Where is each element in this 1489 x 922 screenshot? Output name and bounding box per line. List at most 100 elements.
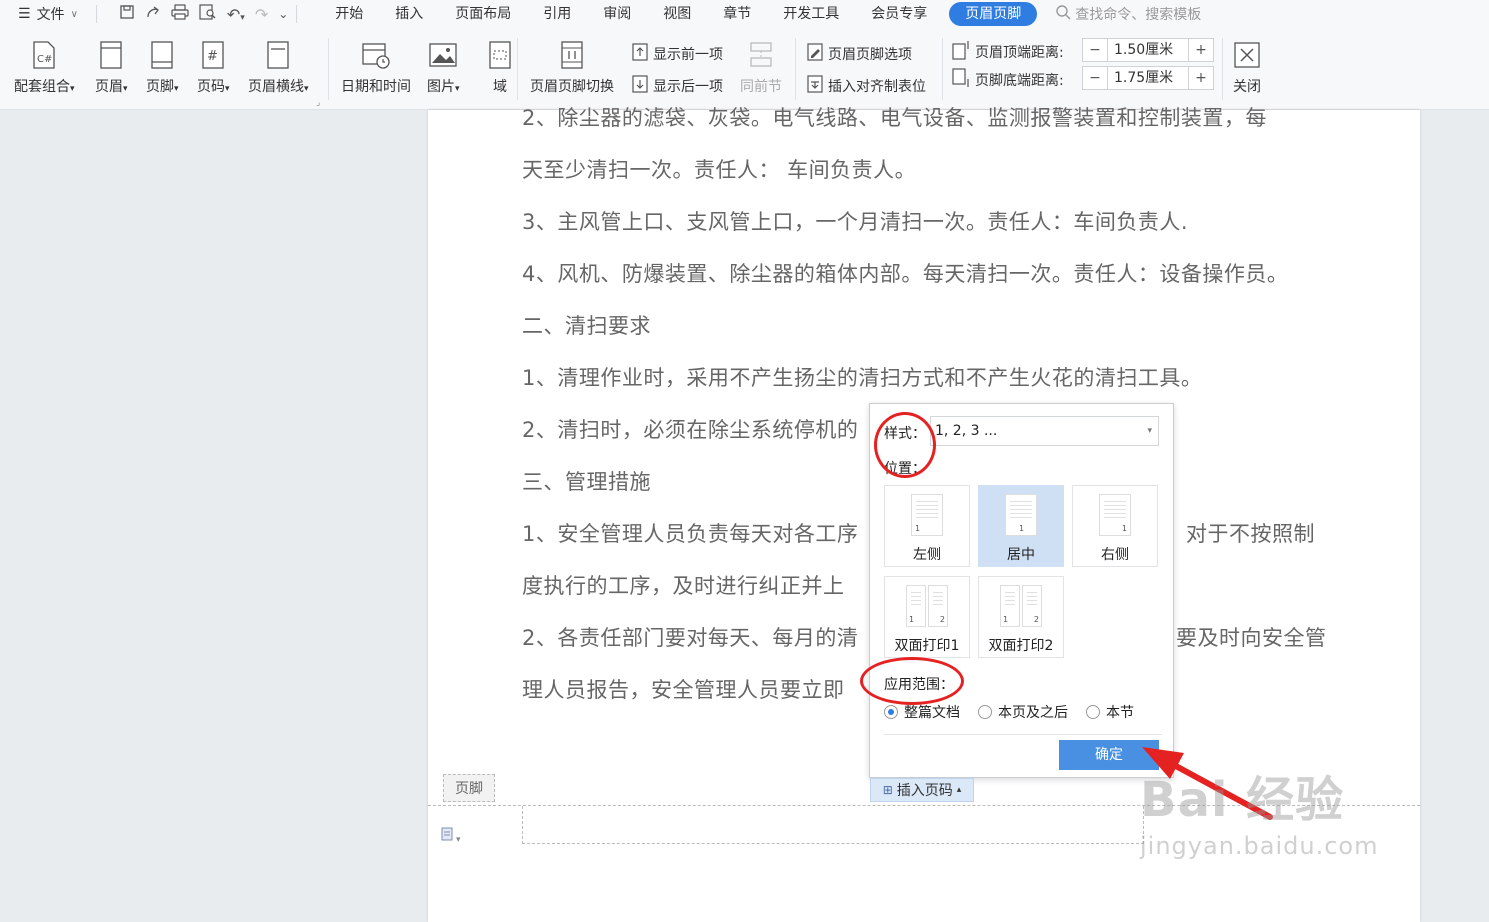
paragraph: 2、除尘器的滤袋、灰袋。电气线路、电气设备、监测报警装置和控制装置，每 <box>522 106 1267 130</box>
paragraph: 天至少清扫一次。责任人： 车间负责人。 <box>522 158 917 182</box>
page-number-icon: # <box>198 40 228 70</box>
close-header-footer-button[interactable]: 关闭 <box>1232 28 1262 96</box>
footer-tag: 页脚 <box>443 774 495 802</box>
footer-area[interactable] <box>522 806 1144 844</box>
ribbon-toolbar: C# 配套组合▾ 页眉▾ 页脚▾ # 页码▾ 页眉横线▾ 日期和时间 图片▾ 域… <box>0 28 1489 110</box>
redo-icon[interactable]: ↷ <box>255 5 268 24</box>
field-button[interactable]: 域 <box>485 28 515 96</box>
header-line-icon <box>263 40 293 70</box>
insert-page-number-label: 插入页码 <box>896 783 953 799</box>
footer-bottom-distance-label: 页脚底端距离: <box>951 68 1064 92</box>
chevron-down-icon: ∨ <box>70 8 78 20</box>
tab-review[interactable]: 审阅 <box>587 0 647 28</box>
show-next-icon <box>631 74 649 98</box>
footer-options-icon[interactable]: ▾ <box>440 826 461 846</box>
paragraph: 理人员报告，安全管理人员要立即 <box>522 678 845 702</box>
position-left[interactable]: 1 左侧 <box>884 485 970 567</box>
position-duplex-1[interactable]: 1 2 双面打印1 <box>884 576 970 658</box>
header-top-spinner[interactable]: − 1.50厘米 + <box>1082 38 1214 62</box>
position-left-label: 左侧 <box>913 547 941 563</box>
export-icon[interactable] <box>145 4 161 24</box>
header-top-text: 页眉顶端距离: <box>975 45 1064 61</box>
scope-this-section[interactable]: 本节 <box>1086 702 1134 722</box>
watermark-url: jingyan.baidu.com <box>1140 832 1379 860</box>
header-top-distance-label: 页眉顶端距离: <box>951 40 1064 64</box>
chevron-up-icon: ▴ <box>956 785 962 795</box>
combo-button[interactable]: C# 配套组合▾ <box>14 28 75 96</box>
print-icon[interactable] <box>171 4 189 24</box>
tab-chapter[interactable]: 章节 <box>707 0 767 28</box>
show-prev-button[interactable]: 显示前一项 <box>631 42 723 66</box>
options-label: 页眉页脚选项 <box>828 47 912 63</box>
page-preview-icon: 1 2 <box>906 585 948 627</box>
insert-align-tab-button[interactable]: 插入对齐制表位 <box>806 74 926 98</box>
page-preview-icon: 1 <box>1005 494 1037 536</box>
tab-header-footer[interactable]: 页眉页脚 <box>949 2 1038 26</box>
header-footer-options-button[interactable]: 页眉页脚选项 <box>806 42 912 66</box>
tab-insert[interactable]: 插入 <box>379 0 439 28</box>
paragraph: 2、清扫时，必须在除尘系统停机的 <box>522 418 859 442</box>
file-menu-label: 文件 <box>36 7 65 23</box>
scope-whole-document-label: 整篇文档 <box>904 705 960 721</box>
customize-toolbar-icon[interactable]: ⌄ <box>278 7 288 21</box>
save-icon[interactable] <box>119 4 135 24</box>
footer-bottom-text: 页脚底端距离: <box>975 73 1064 89</box>
combo-label: 配套组合 <box>14 79 70 95</box>
datetime-label: 日期和时间 <box>341 79 411 95</box>
page-number-button[interactable]: # 页码▾ <box>197 28 230 96</box>
annotation-circle-scope <box>860 657 964 705</box>
header-footer-switch-button[interactable]: 页眉页脚切换 <box>530 28 614 96</box>
footer-bottom-spinner[interactable]: − 1.75厘米 + <box>1082 66 1214 90</box>
tab-page-layout[interactable]: 页面布局 <box>439 0 527 28</box>
undo-icon[interactable]: ↶▾ <box>227 5 245 24</box>
print-preview-icon[interactable] <box>199 4 217 24</box>
watermark-brand: Bai 经验 <box>1140 772 1345 828</box>
position-duplex-2[interactable]: 1 2 双面打印2 <box>978 576 1064 658</box>
show-next-button[interactable]: 显示后一项 <box>631 74 723 98</box>
command-search[interactable]: 查找命令、搜索模板 <box>1055 4 1201 24</box>
group-expand-icon[interactable]: ⌟ <box>316 98 320 108</box>
scope-whole-document[interactable]: 整篇文档 <box>884 702 960 722</box>
paragraph: 1、安全管理人员负责每天对各工序 <box>522 522 859 546</box>
paragraph: 对于不按照制 <box>1186 522 1315 546</box>
scope-options: 整篇文档 本页及之后 本节 <box>884 702 1134 722</box>
header-button[interactable]: 页眉▾ <box>95 28 128 96</box>
close-label: 关闭 <box>1233 79 1261 95</box>
file-menu[interactable]: ☰ 文件 ∨ <box>0 0 88 28</box>
tab-developer[interactable]: 开发工具 <box>767 0 855 28</box>
tab-member[interactable]: 会员专享 <box>855 0 943 28</box>
increment-button[interactable]: + <box>1189 39 1213 61</box>
decrement-button[interactable]: − <box>1083 67 1107 89</box>
position-right[interactable]: 1 右侧 <box>1072 485 1158 567</box>
watermark: Bai 经验 jingyan.baidu.com <box>1140 760 1378 860</box>
footer-bottom-value[interactable]: 1.75厘米 <box>1107 67 1189 89</box>
section-heading: 二、清扫要求 <box>522 314 651 338</box>
scope-this-page-onward[interactable]: 本页及之后 <box>978 702 1068 722</box>
datetime-button[interactable]: 日期和时间 <box>341 28 411 96</box>
tab-start[interactable]: 开始 <box>319 0 379 28</box>
position-center-label: 居中 <box>1007 547 1035 563</box>
style-select[interactable]: 1, 2, 3 ... ▾ <box>930 416 1159 446</box>
same-as-previous-label: 同前节 <box>740 79 782 95</box>
position-center[interactable]: 1 居中 <box>978 485 1064 567</box>
tab-view[interactable]: 视图 <box>647 0 707 28</box>
paragraph: 2、各责任部门要对每天、每月的清 <box>522 626 859 650</box>
combo-icon: C# <box>29 40 59 70</box>
decrement-button[interactable]: − <box>1083 39 1107 61</box>
header-line-button[interactable]: 页眉横线▾ <box>248 28 309 96</box>
insert-page-number-button[interactable]: ⊞ 插入页码 ▴ <box>870 778 974 802</box>
header-line-label: 页眉横线 <box>248 79 304 95</box>
page-preview-icon: 1 <box>911 494 943 536</box>
footer-button[interactable]: 页脚▾ <box>146 28 179 96</box>
same-as-previous-button[interactable]: 同前节 <box>740 28 782 96</box>
header-top-value[interactable]: 1.50厘米 <box>1107 39 1189 61</box>
style-value: 1, 2, 3 ... <box>935 423 998 439</box>
position-duplex-1-label: 双面打印1 <box>894 638 960 654</box>
picture-button[interactable]: 图片▾ <box>427 28 460 96</box>
show-prev-icon <box>631 42 649 66</box>
increment-button[interactable]: + <box>1189 67 1213 89</box>
footer-label: 页脚 <box>146 79 174 95</box>
paragraph: 3、主风管上口、支风管上口，一个月清扫一次。责任人：车间负责人. <box>522 210 1189 234</box>
divider <box>795 38 796 100</box>
tab-references[interactable]: 引用 <box>527 0 587 28</box>
